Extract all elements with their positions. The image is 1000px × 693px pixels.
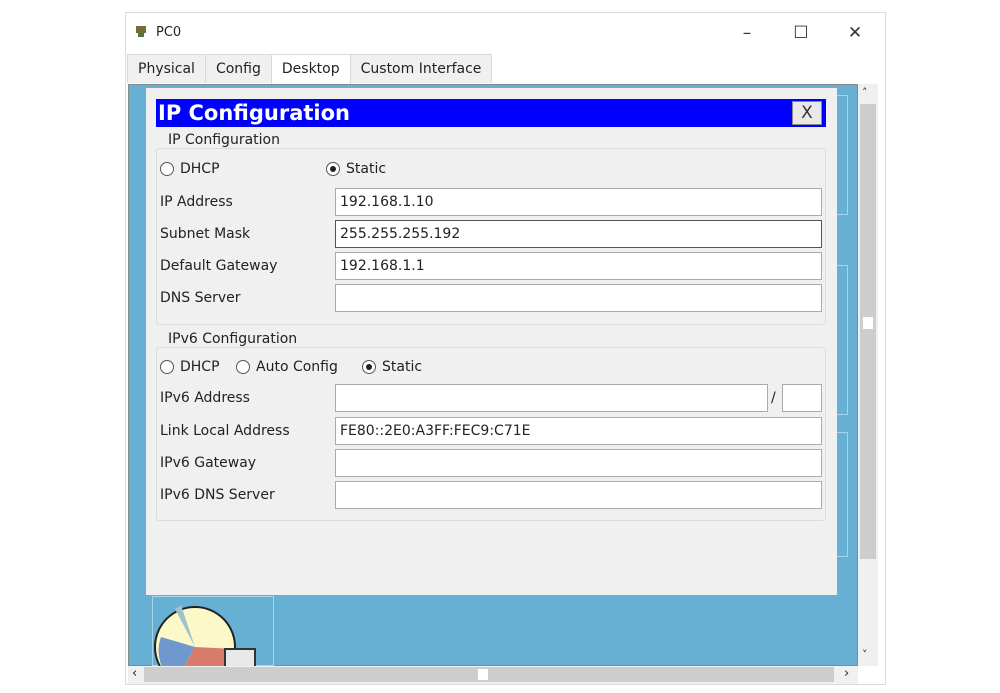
tab-config[interactable]: Config (204, 54, 272, 83)
ipv6-dns-server-input[interactable] (335, 481, 822, 509)
link-local-address-input[interactable]: FE80::2E0:A3FF:FEC9:C71E (335, 417, 822, 445)
dialog-title: IP Configuration (156, 99, 826, 127)
ipv4-legend: IP Configuration (164, 132, 284, 148)
ipv6-address-input[interactable] (335, 384, 768, 412)
radio-icon (160, 360, 174, 374)
ipv6-dns-server-label: IPv6 DNS Server (160, 487, 275, 503)
tab-desktop[interactable]: Desktop (270, 54, 351, 84)
ipv6-dhcp-radio[interactable]: DHCP (160, 359, 220, 375)
radio-checked-icon (362, 360, 376, 374)
subnet-mask-input[interactable]: 255.255.255.192 (335, 220, 822, 248)
radio-label: DHCP (180, 359, 220, 375)
scroll-thumb[interactable] (478, 669, 488, 680)
scroll-up-icon[interactable]: ˄ (862, 86, 868, 99)
radio-icon (236, 360, 250, 374)
ip-address-label: IP Address (160, 194, 233, 210)
minimize-button[interactable]: – (727, 20, 767, 46)
radio-label: Static (346, 161, 387, 177)
horizontal-scrollbar[interactable]: ‹ › (128, 666, 858, 684)
ipv6-address-label: IPv6 Address (160, 390, 250, 406)
ipv6-legend: IPv6 Configuration (164, 331, 302, 347)
radio-label: Static (382, 359, 423, 375)
ipv4-static-radio[interactable]: Static (326, 161, 386, 177)
traffic-generator-app[interactable] (152, 596, 274, 689)
radio-label: DHCP (180, 161, 220, 177)
vertical-scrollbar[interactable]: ˄ ˅ (858, 84, 878, 666)
dns-server-input[interactable] (335, 284, 822, 312)
window-title: PC0 (156, 25, 182, 40)
scroll-track[interactable] (144, 667, 834, 682)
ipv6-auto-config-radio[interactable]: Auto Config (236, 359, 338, 375)
ipv6-gateway-input[interactable] (335, 449, 822, 477)
ipv4-dhcp-radio[interactable]: DHCP (160, 161, 220, 177)
ip-address-input[interactable]: 192.168.1.10 (335, 188, 822, 216)
tab-bar: Physical Config Desktop Custom Interface (127, 54, 493, 84)
scroll-right-icon[interactable]: › (844, 666, 849, 681)
tab-physical[interactable]: Physical (127, 54, 206, 83)
ipv6-gateway-label: IPv6 Gateway (160, 455, 257, 471)
dialog-close-button[interactable]: X (792, 101, 822, 125)
desktop-app-tile[interactable] (836, 265, 848, 415)
tab-custom-interface[interactable]: Custom Interface (349, 54, 493, 83)
prefix-separator: / (771, 390, 776, 406)
default-gateway-input[interactable]: 192.168.1.1 (335, 252, 822, 280)
scroll-thumb[interactable] (863, 317, 873, 329)
desktop-app-tile[interactable] (836, 432, 848, 557)
pie-chart-icon (154, 605, 256, 689)
subnet-mask-label: Subnet Mask (160, 226, 251, 242)
radio-label: Auto Config (256, 359, 338, 375)
default-gateway-label: Default Gateway (160, 258, 278, 274)
dns-server-label: DNS Server (160, 290, 241, 306)
pc-icon (134, 24, 150, 38)
close-button[interactable]: ✕ (835, 20, 875, 46)
maximize-button[interactable]: ☐ (781, 20, 821, 46)
desktop-app-tile[interactable] (836, 95, 848, 215)
scroll-down-icon[interactable]: ˅ (862, 648, 868, 661)
ipv6-static-radio[interactable]: Static (362, 359, 422, 375)
ipv6-prefix-input[interactable] (782, 384, 822, 412)
scroll-left-icon[interactable]: ‹ (132, 666, 137, 681)
radio-icon (160, 162, 174, 176)
link-local-address-label: Link Local Address (160, 423, 290, 439)
radio-checked-icon (326, 162, 340, 176)
scroll-track[interactable] (860, 104, 876, 559)
